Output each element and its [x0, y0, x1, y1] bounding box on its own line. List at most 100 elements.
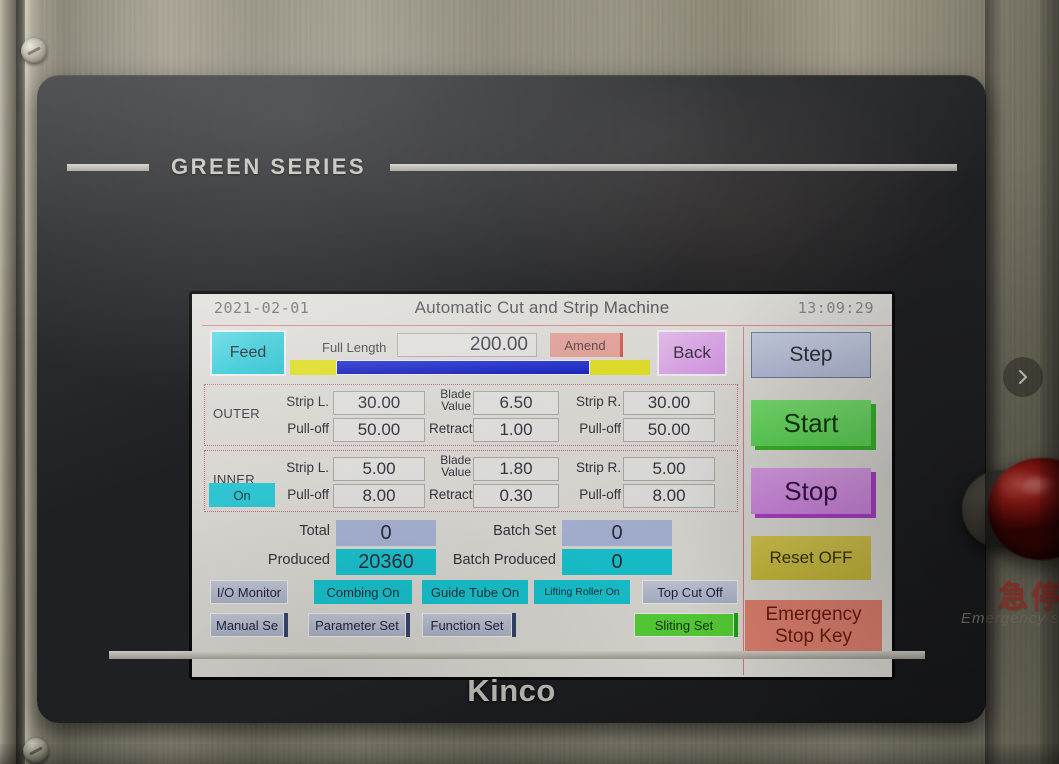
- inner-pull-off-left-label: Pull-off: [287, 487, 329, 502]
- outer-strip-l-label: Strip L.: [286, 394, 329, 409]
- full-length-input[interactable]: 200.00: [397, 333, 537, 357]
- outer-retract-label: Retract: [429, 421, 473, 436]
- control-button-column: Step Start Stop Reset OFF Emergency Stop…: [745, 328, 882, 673]
- chevron-right-icon: [1019, 370, 1027, 384]
- guide-tube-on-button[interactable]: Guide Tube On: [422, 580, 528, 604]
- hmi-touch-panel-housing: GREEN SERIES 2021-02-01 Automatic Cut an…: [37, 75, 986, 723]
- progress-segment-blue: [336, 360, 590, 375]
- panel-far-right-edge: [1040, 0, 1059, 764]
- physical-emergency-stop-assembly: [962, 430, 1059, 590]
- inner-on-toggle[interactable]: On: [209, 483, 275, 507]
- panel-frame-outer-edge: [0, 0, 16, 764]
- batch-produced-label: Batch Produced: [452, 552, 556, 568]
- outer-pull-off-right-input[interactable]: 50.00: [623, 418, 715, 442]
- outer-group-label: OUTER: [213, 406, 260, 421]
- progress-segment-right-yellow: [590, 360, 650, 375]
- inner-strip-r-label: Strip R.: [575, 460, 621, 475]
- screen-main-area: Feed Full Length 200.00 Amend Back OUTER…: [202, 328, 742, 673]
- amend-button-edge: [620, 333, 623, 357]
- header-divider: [202, 325, 892, 326]
- outer-parameter-group: OUTER Strip L. 30.00 Blade Value 6.50 St…: [204, 384, 738, 446]
- batch-produced-value[interactable]: 0: [562, 549, 672, 575]
- outer-pull-off-left-input[interactable]: 50.00: [333, 418, 425, 442]
- sliting-set-button-edge: [734, 613, 738, 637]
- full-length-label: Full Length: [322, 340, 387, 355]
- inner-blade-value-label-line2: Value: [441, 465, 471, 479]
- outer-strip-r-input[interactable]: 30.00: [623, 391, 715, 415]
- outer-retract-input[interactable]: 1.00: [473, 418, 559, 442]
- total-label: Total: [299, 523, 330, 539]
- inner-strip-l-input[interactable]: 5.00: [333, 457, 425, 481]
- stop-button-shadow: [755, 514, 875, 518]
- io-monitor-button[interactable]: I/O Monitor: [210, 580, 288, 604]
- start-button-edge: [871, 404, 876, 450]
- hmi-bottom-accent-bar: [109, 651, 925, 659]
- panel-screw-bottom-left: [23, 738, 49, 764]
- batch-set-label: Batch Set: [493, 523, 556, 539]
- outer-blade-value-label-line2: Value: [441, 399, 471, 413]
- function-set-button[interactable]: Function Set: [422, 613, 512, 637]
- outer-strip-r-label: Strip R.: [575, 394, 621, 409]
- screen-header: 2021-02-01 Automatic Cut and Strip Machi…: [192, 294, 892, 325]
- sliting-set-button[interactable]: Sliting Set: [634, 613, 734, 637]
- start-button-shadow: [755, 446, 875, 450]
- next-image-button[interactable]: [1003, 357, 1043, 397]
- manual-set-button-edge: [284, 613, 288, 637]
- inner-blade-value-label: Blade Value: [429, 454, 471, 478]
- produced-label: Produced: [267, 552, 330, 568]
- inner-strip-r-input[interactable]: 5.00: [623, 457, 715, 481]
- inner-pull-off-right-input[interactable]: 8.00: [623, 484, 715, 508]
- outer-pull-off-left-label: Pull-off: [287, 421, 329, 436]
- panel-right-shadow: [985, 0, 1003, 764]
- outer-blade-value-input[interactable]: 6.50: [473, 391, 559, 415]
- emergency-stop-key-line2: Stop Key: [774, 626, 853, 647]
- panel-screw-top-left: [21, 38, 47, 64]
- start-button[interactable]: Start: [751, 400, 871, 446]
- parameter-set-button[interactable]: Parameter Set: [308, 613, 406, 637]
- panel-frame-gap: [16, 0, 25, 764]
- brand-bar-left: [67, 163, 149, 171]
- emergency-stop-key-line1: Emergency: [765, 604, 862, 625]
- inner-pull-off-left-input[interactable]: 8.00: [333, 484, 425, 508]
- feed-button[interactable]: Feed: [210, 330, 286, 376]
- emergency-stop-highlight: [1022, 476, 1056, 498]
- stop-button[interactable]: Stop: [751, 468, 871, 514]
- length-progress-bar: [290, 360, 650, 375]
- parameter-set-button-edge: [406, 613, 410, 637]
- header-time: 13:09:29: [797, 299, 874, 317]
- inner-retract-input[interactable]: 0.30: [473, 484, 559, 508]
- total-value[interactable]: 0: [336, 520, 436, 546]
- inner-parameter-group: INNER On Strip L. 5.00 Blade Value 1.80 …: [204, 450, 738, 512]
- stop-button-edge: [871, 472, 876, 518]
- back-button[interactable]: Back: [657, 330, 727, 376]
- hmi-screen: 2021-02-01 Automatic Cut and Strip Machi…: [192, 294, 892, 677]
- reset-off-button[interactable]: Reset OFF: [751, 536, 871, 580]
- counters-section: Total 0 Produced 20360 Batch Set 0 Batch…: [204, 518, 738, 580]
- inner-strip-l-label: Strip L.: [286, 460, 329, 475]
- bottom-button-row-2: Manual Se Parameter Set Function Set Sli…: [204, 613, 744, 641]
- page-title: Automatic Cut and Strip Machine: [414, 298, 670, 317]
- combing-on-button[interactable]: Combing On: [314, 580, 412, 604]
- batch-set-value[interactable]: 0: [562, 520, 672, 546]
- inner-blade-value-input[interactable]: 1.80: [473, 457, 559, 481]
- emergency-stop-key-button[interactable]: Emergency Stop Key: [745, 600, 882, 652]
- inner-pull-off-right-label: Pull-off: [579, 487, 621, 502]
- amend-button[interactable]: Amend: [550, 333, 620, 357]
- produced-value[interactable]: 20360: [336, 549, 436, 575]
- outer-strip-l-input[interactable]: 30.00: [333, 391, 425, 415]
- progress-segment-left-yellow: [290, 360, 336, 375]
- emergency-stop-label-english: Emergency stop: [961, 610, 1059, 627]
- bottom-button-row-1: I/O Monitor Combing On Guide Tube On Lif…: [204, 580, 744, 608]
- machine-front-panel: GREEN SERIES 2021-02-01 Automatic Cut an…: [0, 0, 1059, 764]
- lifting-roller-on-button[interactable]: Lifting Roller On: [534, 580, 630, 604]
- top-cut-off-button[interactable]: Top Cut Off: [642, 580, 738, 604]
- brand-series-label: GREEN SERIES: [171, 154, 367, 179]
- outer-blade-value-label: Blade Value: [429, 388, 471, 412]
- brand-strip: GREEN SERIES: [67, 154, 957, 180]
- manual-set-button[interactable]: Manual Se: [210, 613, 284, 637]
- brand-bar-right: [390, 163, 957, 171]
- inner-retract-label: Retract: [429, 487, 473, 502]
- function-set-button-edge: [512, 613, 516, 637]
- step-button[interactable]: Step: [751, 332, 871, 378]
- feed-row: Feed Full Length 200.00 Amend Back: [202, 328, 742, 382]
